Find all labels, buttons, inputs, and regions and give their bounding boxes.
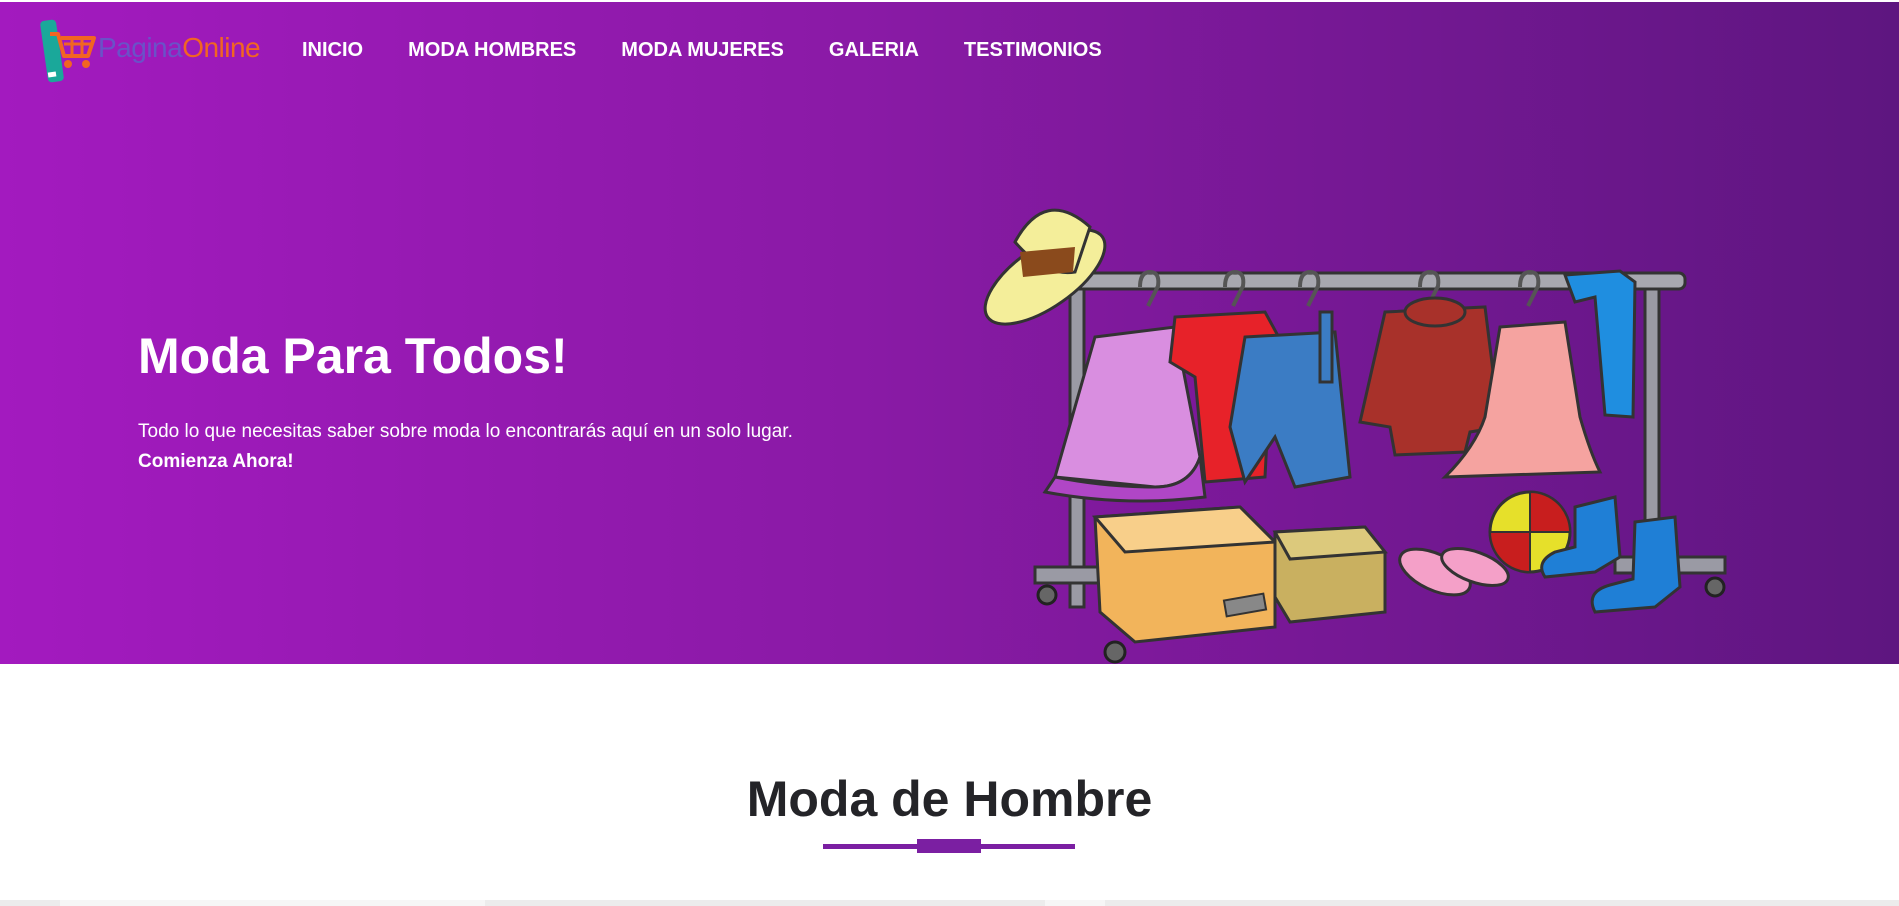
hero-cta-link[interactable]: Comienza Ahora! <box>138 447 858 477</box>
nav-item-galeria[interactable]: GALERIA <box>829 39 919 62</box>
card-top-edge <box>60 900 485 906</box>
section-title-underline <box>823 839 1075 853</box>
hero-description: Todo lo que necesitas saber sobre moda l… <box>138 417 858 477</box>
shopping-cart-logo-icon <box>40 19 96 83</box>
brand-name-part1: Pagina <box>98 32 183 63</box>
nav-item-moda-mujeres[interactable]: MODA MUJERES <box>621 39 784 62</box>
main-nav: INICIO MODA HOMBRES MODA MUJERES GALERIA… <box>302 39 1147 62</box>
nav-item-moda-hombres[interactable]: MODA HOMBRES <box>408 39 576 62</box>
section-title: Moda de Hombre <box>746 771 1153 827</box>
nav-item-inicio[interactable]: INICIO <box>302 39 363 62</box>
brand-logo[interactable]: PaginaOnline <box>40 14 261 86</box>
card-top-edge <box>1045 900 1105 906</box>
nav-item-testimonios[interactable]: TESTIMONIOS <box>964 39 1102 62</box>
cards-strip <box>0 900 1899 906</box>
hero-description-text: Todo lo que necesitas saber sobre moda l… <box>138 421 793 442</box>
clothing-rack-illustration <box>983 208 1727 664</box>
brand-name-part2: Online <box>182 32 261 63</box>
underline-accent-block <box>917 839 981 853</box>
hero-section: PaginaOnline INICIO MODA HOMBRES MODA MU… <box>0 2 1899 664</box>
brand-name: PaginaOnline <box>98 32 261 64</box>
hero-title: Moda Para Todos! <box>138 328 568 384</box>
